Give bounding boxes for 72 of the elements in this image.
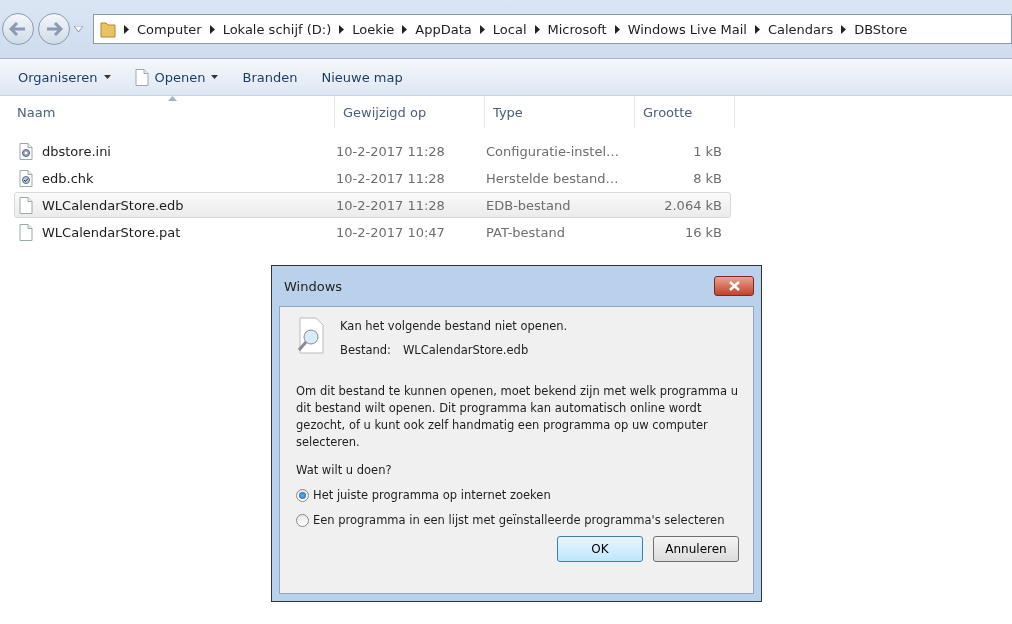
breadcrumb-item[interactable]: Lokale schijf (D:) [222,21,332,37]
chevron-icon [124,24,129,34]
breadcrumb-item[interactable]: Computer [137,21,202,37]
breadcrumb-item[interactable]: Loekie [352,21,395,37]
radio-button[interactable] [296,488,309,502]
file-row[interactable]: WLCalendarStore.edb 10-2-2017 11:28 EDB-bestand 2.064 kB [14,192,731,218]
file-label: Bestand: [340,343,391,357]
toolbar-button[interactable]: Branden [242,69,298,85]
dialog-button[interactable]: Annuleren [653,536,739,562]
file-name: WLCalendarStore.pat [42,224,181,240]
dialog-heading: Kan het volgende bestand niet openen. [340,319,568,333]
chevron-icon [209,24,215,34]
question-text: Wat wilt u doen? [296,463,393,477]
close-button[interactable] [714,276,754,296]
history-dropdown-icon[interactable] [74,26,83,32]
modified-date: 10-2-2017 11:28 [336,197,446,213]
file-icon [19,169,33,187]
breadcrumb-item[interactable]: Calendars [767,21,834,37]
chevron-icon [339,24,345,34]
document-search-icon [296,317,326,355]
address-bar[interactable]: Computer Lokale schijf (D:) Loekie AppData Local Microsoft Windows Live Mail Calendars DBStore [93,14,1012,44]
radio-button[interactable] [296,513,309,527]
file-name: edb.chk [42,170,94,186]
file-size: 8 kB [692,170,723,186]
back-button[interactable] [2,13,34,45]
folder-icon [100,20,116,38]
chevron-icon [534,24,540,34]
close-icon [728,281,740,291]
file-type: PAT-bestand [486,224,566,240]
chevron-icon [402,24,408,34]
file-type: EDB-bestand [486,197,572,213]
forward-button[interactable] [38,13,70,45]
breadcrumb-item[interactable]: AppData [415,21,472,37]
modified-date: 10-2-2017 11:28 [336,170,446,186]
file-size: 1 kB [692,143,723,159]
document-icon [134,68,149,86]
file-name: dbstore.ini [42,143,111,159]
dialog-title: Windows [284,278,343,294]
breadcrumb-item[interactable]: Local [492,21,527,37]
breadcrumb-item[interactable]: DBStore [854,21,908,37]
chevron-icon [614,24,620,34]
arrow-left-icon [9,22,27,36]
toolbar-button[interactable]: Openen [134,68,219,86]
chevron-icon [841,24,847,34]
file-icon [19,196,33,214]
toolbar-button[interactable]: Organiseren [18,69,111,85]
file-row[interactable]: dbstore.ini 10-2-2017 11:28 Configuratie-instel… 1 kB [14,138,731,164]
file-type: Herstelde bestand… [486,170,620,186]
file-name: WLCalendarStore.edb [42,197,184,213]
radio-option[interactable]: Het juiste programma op internet zoeken [296,488,739,502]
column-header[interactable]: Gewijzigd op [335,96,485,128]
column-header[interactable]: Type [485,96,635,128]
radio-option[interactable]: Een programma in een lijst met geïnstalleerde programma's selecteren [296,513,739,527]
file-row[interactable]: WLCalendarStore.pat 10-2-2017 10:47 PAT-bestand 16 kB [14,219,731,245]
chevron-icon [479,24,485,34]
modified-date: 10-2-2017 11:28 [336,143,446,159]
file-icon [19,223,33,241]
file-row[interactable]: edb.chk 10-2-2017 11:28 Herstelde bestand… 8 kB [14,165,731,191]
breadcrumb-item[interactable]: Microsoft [547,21,607,37]
arrow-right-icon [45,22,63,36]
column-header[interactable]: Grootte [635,96,735,128]
file-icon [19,142,33,160]
file-size: 16 kB [683,224,723,240]
toolbar-button[interactable]: Nieuwe map [321,69,403,85]
file-type: Configuratie-instel… [486,143,620,159]
dialog-button[interactable]: OK [557,536,643,562]
file-size: 2.064 kB [663,197,723,213]
file-name: WLCalendarStore.edb [403,343,529,357]
chevron-icon [754,24,760,34]
description-text: Om dit bestand te kunnen openen, moet bekend zijn met welk programma u dit bestand wilt openen. Dit programma kan automatisch online wordt gezocht, of u kunt ook zelf handmatig een programma op uw computer selecteren. [296,383,739,451]
breadcrumb-item[interactable]: Windows Live Mail [627,21,747,37]
modified-date: 10-2-2017 10:47 [336,224,446,240]
